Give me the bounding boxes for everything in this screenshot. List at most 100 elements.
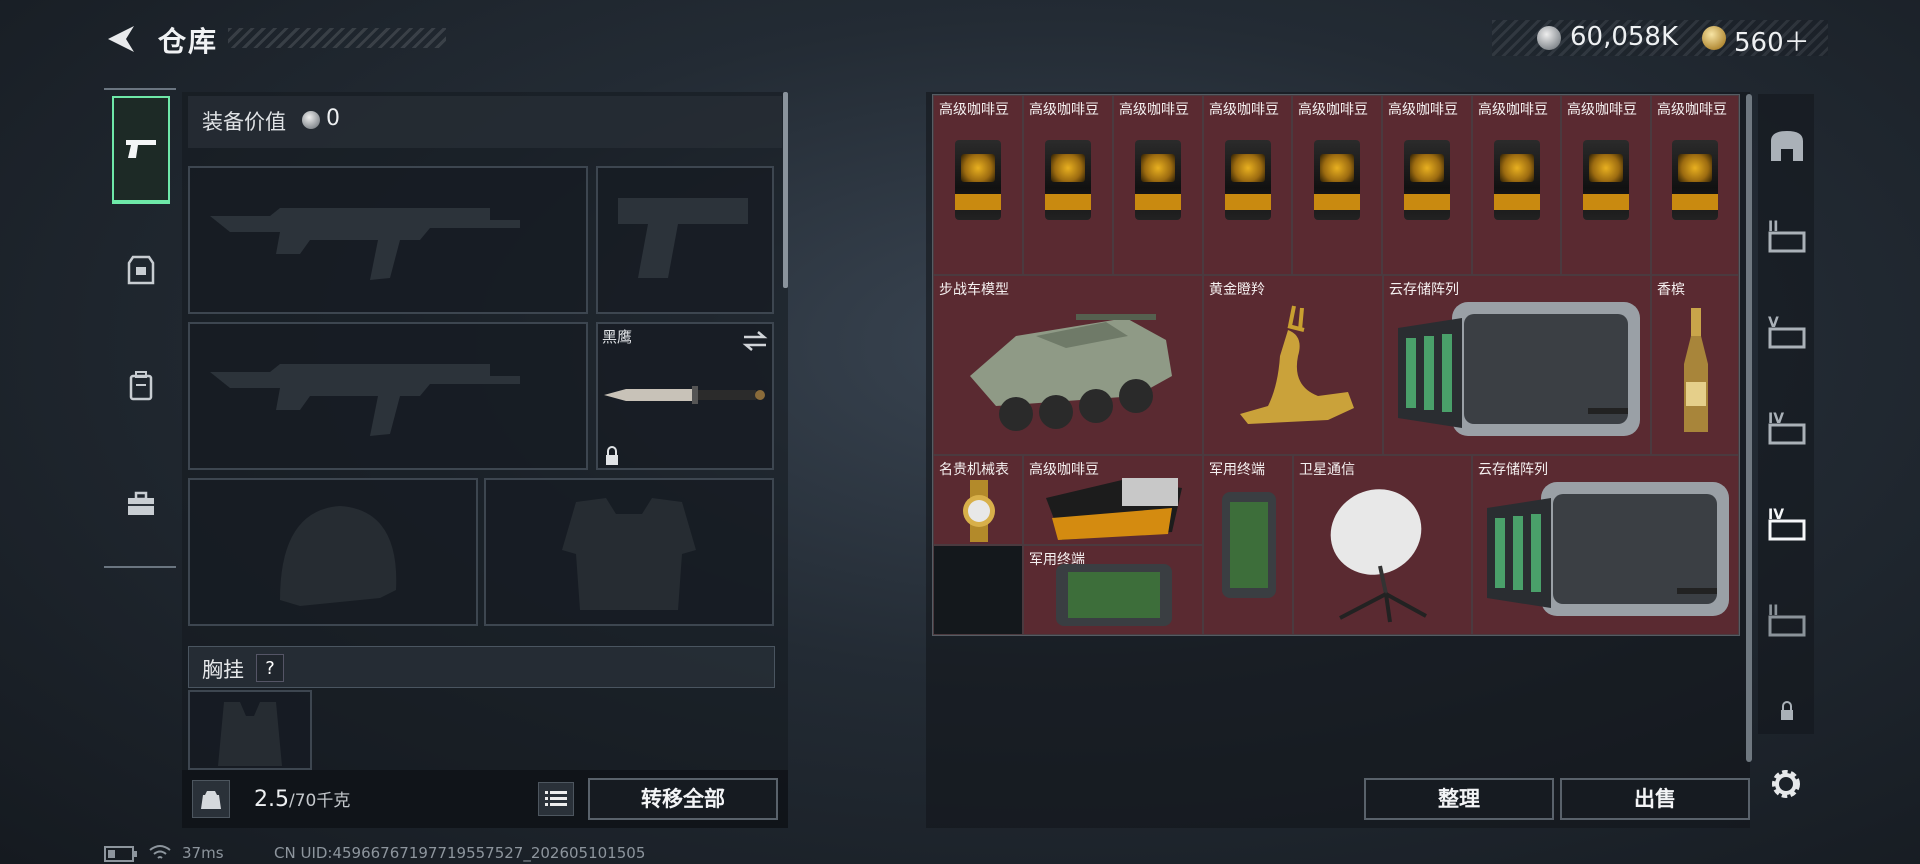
list-view-button[interactable]: [538, 782, 574, 816]
stash-item-satellite-comm[interactable]: 卫星通信: [1293, 455, 1472, 635]
item-name: 高级咖啡豆: [1657, 102, 1727, 118]
title-decoration: [228, 28, 446, 48]
storage-array-icon: [1398, 302, 1640, 436]
primary-weapon-slot-2[interactable]: [188, 322, 588, 470]
armor-vest-slot[interactable]: [484, 478, 774, 626]
equipment-value-label: 装备价值: [202, 110, 286, 134]
armor-icon: [127, 255, 155, 285]
stash-tab-6[interactable]: II: [1760, 584, 1814, 654]
lock-icon: [1781, 701, 1793, 720]
tab-armor[interactable]: [112, 216, 170, 324]
golden-antelope-icon: [1240, 305, 1354, 424]
stash-all-icon: [1771, 131, 1803, 161]
tab-weapons[interactable]: [112, 96, 170, 204]
stash-item-military-terminal-1[interactable]: 军用终端: [1203, 455, 1293, 635]
stash-tab-5[interactable]: IV: [1760, 488, 1814, 558]
melee-slot[interactable]: 黑鹰: [596, 322, 774, 470]
back-icon[interactable]: [104, 22, 138, 56]
stash-tab-all[interactable]: [1760, 110, 1814, 180]
stash-item-cloud-storage-2[interactable]: 云存储阵列: [1472, 455, 1739, 635]
stash-item-coffee-1[interactable]: 高级咖啡豆: [933, 95, 1023, 275]
coffee-bag-icon: [1135, 140, 1181, 220]
transfer-all-button[interactable]: 转移全部: [588, 778, 778, 820]
pistol-slot[interactable]: [596, 166, 774, 314]
item-name: 高级咖啡豆: [1029, 102, 1099, 118]
stash-item-coffee-7[interactable]: 高级咖啡豆: [1472, 95, 1561, 275]
gold-currency[interactable]: 560＋: [1734, 22, 1810, 59]
chest-rig-label: 胸挂: [202, 658, 244, 682]
stash-item-coffee-5[interactable]: 高级咖啡豆: [1292, 95, 1382, 275]
stash-item-ifv-model[interactable]: 步战车模型: [933, 275, 1203, 455]
stash-item-cloud-storage-1[interactable]: 云存储阵列: [1383, 275, 1651, 455]
item-name: 军用终端: [1209, 462, 1265, 478]
tab-case[interactable]: [112, 450, 170, 558]
stash-item-coffee-open[interactable]: 高级咖啡豆: [1023, 455, 1203, 545]
primary-weapon-slot-1[interactable]: [188, 166, 588, 314]
stash-tab-3[interactable]: V: [1760, 296, 1814, 366]
stash-item-coffee-4[interactable]: 高级咖啡豆: [1203, 95, 1292, 275]
weight-readout: 2.5/70千克: [254, 786, 350, 812]
tab-backpack[interactable]: [112, 332, 170, 440]
stash-item-coffee-8[interactable]: 高级咖啡豆: [1561, 95, 1651, 275]
pistol-silhouette-icon: [618, 198, 748, 278]
equipment-value: 0: [326, 106, 340, 131]
storage-array-icon: [1487, 482, 1729, 616]
chest-rig-slot[interactable]: [188, 690, 312, 770]
stash-grid: 高级咖啡豆 高级咖啡豆 高级咖啡豆 高级咖啡豆 高级咖啡豆 高级咖啡豆 高级咖啡…: [932, 94, 1740, 636]
silver-currency: 60,058K: [1570, 22, 1679, 52]
stash-item-coffee-3[interactable]: 高级咖啡豆: [1113, 95, 1203, 275]
coffee-bag-icon: [1046, 478, 1182, 540]
rifle-silhouette-icon: [210, 208, 520, 280]
coffee-bag-icon: [1224, 140, 1271, 220]
chest-rig-silhouette-icon: [218, 702, 282, 766]
melee-item-name: 黑鹰: [602, 328, 633, 346]
knife-icon: [604, 386, 765, 404]
satellite-dish-icon: [1330, 489, 1427, 623]
silver-coin-icon: [1537, 26, 1561, 50]
pistol-icon: [126, 140, 156, 158]
loadout-scrollbar[interactable]: [783, 92, 788, 288]
gold-coin-icon: [1702, 26, 1726, 50]
swap-icon[interactable]: [742, 330, 768, 352]
item-name: 香槟: [1657, 282, 1685, 298]
help-button[interactable]: ?: [256, 654, 284, 682]
armored-vehicle-icon: [970, 314, 1172, 431]
sell-button[interactable]: 出售: [1560, 778, 1750, 820]
stash-item-coffee-6[interactable]: 高级咖啡豆: [1382, 95, 1472, 275]
stash-item-golden-antelope[interactable]: 黄金瞪羚: [1203, 275, 1383, 455]
stash-page-icon: II: [1768, 219, 1806, 253]
list-icon: [545, 791, 567, 806]
toolbox-icon: [128, 491, 154, 515]
stash-item-champagne[interactable]: 香槟: [1651, 275, 1739, 455]
item-name: 云存储阵列: [1478, 462, 1548, 478]
stash-item-coffee-2[interactable]: 高级咖啡豆: [1023, 95, 1113, 275]
coffee-bag-icon: [1045, 140, 1091, 220]
stash-tab-2[interactable]: II: [1760, 200, 1814, 270]
stash-empty-cell[interactable]: [933, 545, 1023, 635]
coffee-bag-icon: [1672, 140, 1718, 220]
item-name: 名贵机械表: [939, 462, 1009, 478]
stash-page-icon: V: [1768, 315, 1806, 349]
coffee-bag-icon: [955, 140, 1001, 220]
weight-max: /70千克: [289, 791, 351, 811]
stash-item-coffee-9[interactable]: 高级咖啡豆: [1651, 95, 1739, 275]
stash-scrollbar[interactable]: [1746, 94, 1752, 762]
item-name: 高级咖啡豆: [1388, 102, 1458, 118]
stash-page-icon: IV: [1768, 411, 1806, 445]
stash-tab-locked[interactable]: [1760, 684, 1814, 738]
settings-gear-icon[interactable]: [1768, 766, 1804, 802]
wifi-icon: [149, 845, 171, 859]
sort-button[interactable]: 整理: [1364, 778, 1554, 820]
item-name: 云存储阵列: [1389, 282, 1459, 298]
stash-item-military-terminal-2[interactable]: 军用终端: [1023, 545, 1203, 635]
stash-tab-4[interactable]: IV: [1760, 392, 1814, 462]
weight-current: 2.5: [254, 787, 289, 812]
stash-page-icon: IV: [1768, 507, 1806, 541]
coffee-bag-icon: [1493, 140, 1540, 220]
page-title: 仓库: [158, 25, 219, 58]
tablet-icon: [1056, 564, 1172, 626]
helmet-slot[interactable]: [188, 478, 478, 626]
stash-item-luxury-watch[interactable]: 名贵机械表: [933, 455, 1023, 545]
item-name: 高级咖啡豆: [1478, 102, 1548, 118]
user-uid: CN UID:459667671977195575​27_20260510150…: [274, 844, 646, 862]
